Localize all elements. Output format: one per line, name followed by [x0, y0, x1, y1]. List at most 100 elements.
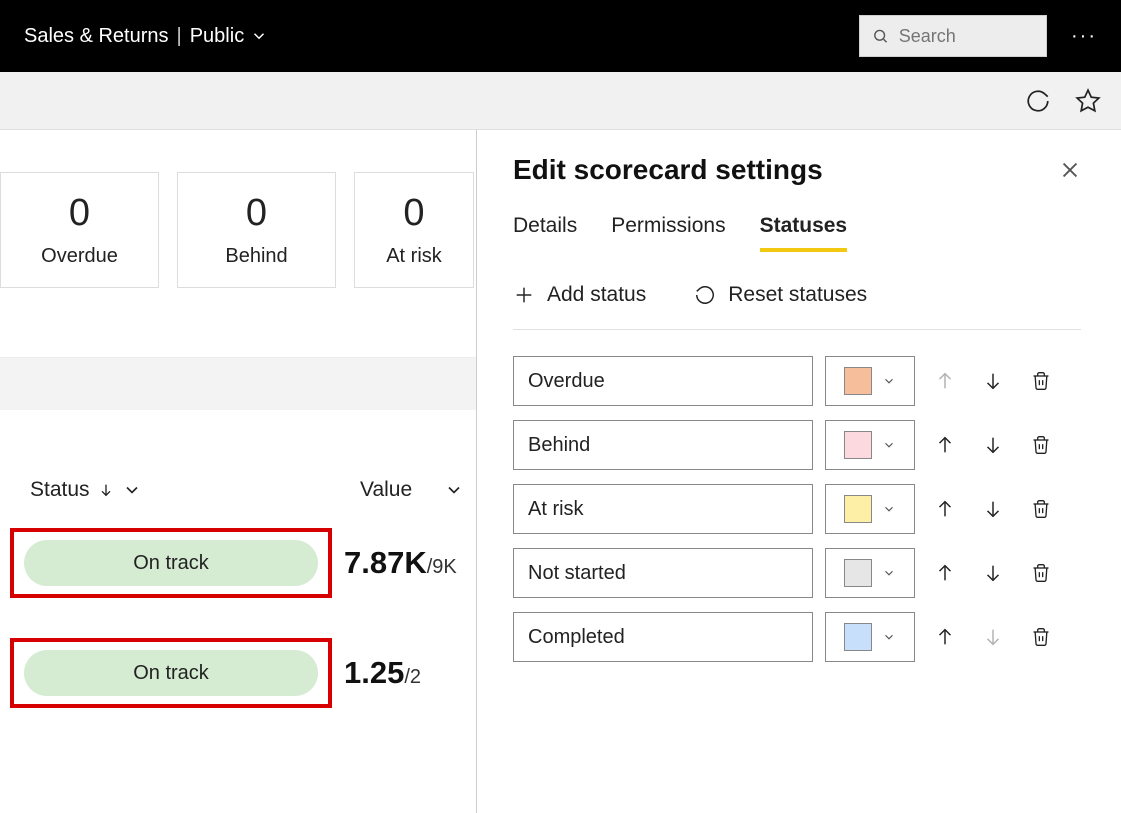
- move-down-button[interactable]: [975, 434, 1011, 456]
- column-header-value[interactable]: Value: [360, 478, 464, 502]
- status-color-dropdown[interactable]: [825, 356, 915, 406]
- status-color-dropdown[interactable]: [825, 612, 915, 662]
- move-down-button[interactable]: [975, 370, 1011, 392]
- workspace-name: Sales & Returns: [24, 25, 169, 48]
- move-up-button[interactable]: [927, 434, 963, 456]
- status-row: Overdue: [513, 356, 1081, 406]
- chevron-down-icon: [122, 480, 142, 500]
- chevron-down-icon: [444, 480, 464, 500]
- value-denom: /9K: [427, 556, 457, 579]
- color-swatch: [844, 431, 872, 459]
- kpi-value: 0: [246, 192, 267, 235]
- tab-permissions[interactable]: Permissions: [611, 214, 725, 252]
- add-status-button[interactable]: Add status: [513, 283, 646, 307]
- chevron-down-icon: [882, 566, 896, 580]
- move-down-button: [975, 626, 1011, 648]
- kpi-value: 0: [69, 192, 90, 235]
- sort-arrow-down-icon: [98, 482, 114, 498]
- color-swatch: [844, 559, 872, 587]
- tab-details[interactable]: Details: [513, 214, 577, 252]
- status-color-dropdown[interactable]: [825, 548, 915, 598]
- status-name-input[interactable]: Not started: [513, 548, 813, 598]
- color-swatch: [844, 623, 872, 651]
- delete-status-button[interactable]: [1023, 562, 1059, 584]
- breadcrumb: Sales & Returns | Public: [24, 25, 268, 48]
- move-down-button[interactable]: [975, 498, 1011, 520]
- delete-status-button[interactable]: [1023, 370, 1059, 392]
- kpi-card-behind[interactable]: 0 Behind: [177, 172, 336, 288]
- tab-statuses[interactable]: Statuses: [760, 214, 848, 252]
- status-pill[interactable]: On track: [24, 540, 318, 586]
- kpi-label: Overdue: [41, 245, 118, 268]
- kpi-card-overdue[interactable]: 0 Overdue: [0, 172, 159, 288]
- status-name-input[interactable]: Overdue: [513, 356, 813, 406]
- more-menu-button[interactable]: ···: [1071, 25, 1097, 48]
- kpi-value: 0: [403, 192, 424, 235]
- value-denom: /2: [404, 666, 421, 689]
- close-icon: [1059, 159, 1081, 181]
- status-list: Overdue Behind At risk Not started: [513, 356, 1081, 662]
- scope-label: Public: [190, 25, 244, 48]
- delete-status-button[interactable]: [1023, 626, 1059, 648]
- color-swatch: [844, 495, 872, 523]
- star-icon: [1075, 88, 1101, 114]
- reset-icon: [694, 284, 716, 306]
- refresh-icon: [1025, 88, 1051, 114]
- refresh-button[interactable]: [1025, 88, 1051, 114]
- reset-statuses-label: Reset statuses: [728, 283, 867, 307]
- close-button[interactable]: [1059, 159, 1081, 181]
- kpi-label: At risk: [386, 245, 442, 268]
- delete-status-button[interactable]: [1023, 434, 1059, 456]
- toolbar: [0, 72, 1121, 130]
- tab-list: Details Permissions Statuses: [513, 214, 1081, 253]
- status-name-input[interactable]: Completed: [513, 612, 813, 662]
- status-text: On track: [133, 662, 209, 685]
- column-label: Status: [30, 478, 90, 502]
- status-row: At risk: [513, 484, 1081, 534]
- status-pill[interactable]: On track: [24, 650, 318, 696]
- status-text: On track: [133, 552, 209, 575]
- move-up-button[interactable]: [927, 562, 963, 584]
- column-label: Value: [360, 478, 412, 502]
- chevron-down-icon: [882, 502, 896, 516]
- settings-panel: Edit scorecard settings Details Permissi…: [476, 130, 1121, 813]
- move-up-button[interactable]: [927, 498, 963, 520]
- search-input[interactable]: [899, 26, 1034, 47]
- search-icon: [872, 26, 889, 46]
- kpi-label: Behind: [225, 245, 287, 268]
- status-color-dropdown[interactable]: [825, 420, 915, 470]
- kpi-card-atrisk[interactable]: 0 At risk: [354, 172, 474, 288]
- scope-dropdown[interactable]: Public: [190, 25, 268, 48]
- plus-icon: [513, 284, 535, 306]
- status-row: Behind: [513, 420, 1081, 470]
- chevron-down-icon: [882, 374, 896, 388]
- value-number: 7.87K: [344, 545, 427, 581]
- chevron-down-icon: [882, 630, 896, 644]
- move-down-button[interactable]: [975, 562, 1011, 584]
- status-color-dropdown[interactable]: [825, 484, 915, 534]
- reset-statuses-button[interactable]: Reset statuses: [694, 283, 867, 307]
- value-cell: 7.87K /9K: [344, 545, 457, 581]
- chevron-down-icon: [882, 438, 896, 452]
- app-header: Sales & Returns | Public ···: [0, 0, 1121, 72]
- delete-status-button[interactable]: [1023, 498, 1059, 520]
- search-input-container[interactable]: [859, 15, 1047, 57]
- status-row: Completed: [513, 612, 1081, 662]
- panel-title: Edit scorecard settings: [513, 154, 1059, 186]
- move-up-button: [927, 370, 963, 392]
- column-header-status[interactable]: Status: [30, 478, 360, 502]
- status-cell-highlight: On track: [10, 528, 332, 598]
- chevron-down-icon: [250, 27, 268, 45]
- value-cell: 1.25 /2: [344, 655, 421, 691]
- status-row: Not started: [513, 548, 1081, 598]
- breadcrumb-separator: |: [177, 25, 182, 48]
- status-name-input[interactable]: Behind: [513, 420, 813, 470]
- status-cell-highlight: On track: [10, 638, 332, 708]
- add-status-label: Add status: [547, 283, 646, 307]
- color-swatch: [844, 367, 872, 395]
- move-up-button[interactable]: [927, 626, 963, 648]
- panel-actions: Add status Reset statuses: [513, 283, 1081, 330]
- favorite-button[interactable]: [1075, 88, 1101, 114]
- status-name-input[interactable]: At risk: [513, 484, 813, 534]
- value-number: 1.25: [344, 655, 404, 691]
